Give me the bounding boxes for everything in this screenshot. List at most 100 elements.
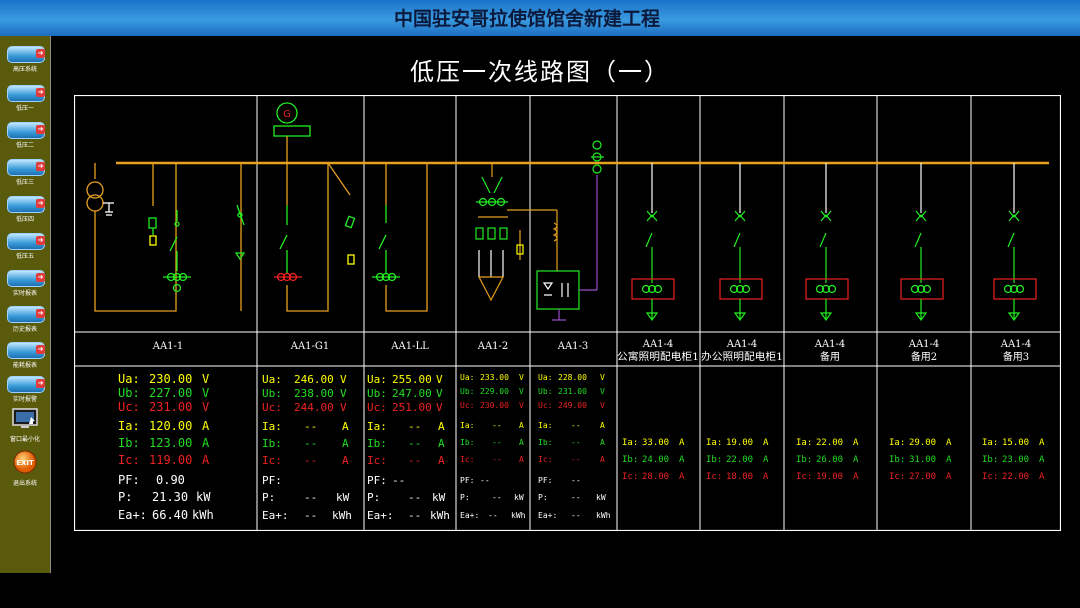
svg-text:G: G xyxy=(283,109,291,120)
nav-label: 低压五 xyxy=(15,253,34,260)
svg-text:--: -- xyxy=(304,509,317,522)
nav-label: 低压二 xyxy=(15,142,34,149)
nav-low-voltage-2[interactable]: ➜ 低压二 xyxy=(3,120,47,154)
nav-realtime-alarm[interactable]: ➜ 实时报警 xyxy=(3,374,47,408)
svg-text:A: A xyxy=(342,454,349,467)
svg-text:Ub:: Ub: xyxy=(538,387,552,396)
svg-text:Ib:: Ib: xyxy=(796,455,812,465)
svg-text:Ic:: Ic: xyxy=(538,455,552,464)
nav-low-voltage-5[interactable]: ➜ 低压五 xyxy=(3,231,47,265)
nav-button-icon: ➜ xyxy=(7,46,45,63)
nav-realtime-report[interactable]: ➜ 实时报表 xyxy=(3,268,47,302)
svg-text:--: -- xyxy=(571,476,581,485)
svg-text:kWh: kWh xyxy=(511,511,526,520)
svg-text:--: -- xyxy=(304,437,317,450)
svg-text:Ib:: Ib: xyxy=(706,455,722,465)
svg-text:PF:: PF: xyxy=(118,473,140,487)
svg-text:V: V xyxy=(519,387,524,396)
feeder-subtitle: 备用3 xyxy=(1003,350,1029,363)
svg-text:Ic:: Ic: xyxy=(706,472,722,482)
svg-text:--: -- xyxy=(480,476,490,485)
svg-text:kWh: kWh xyxy=(430,509,450,522)
svg-text:--: -- xyxy=(392,474,405,487)
svg-text:--: -- xyxy=(571,511,581,520)
svg-text:227.00: 227.00 xyxy=(149,386,192,400)
svg-text:V: V xyxy=(202,386,209,400)
nav-button-icon: ➜ xyxy=(7,306,45,323)
nav-low-voltage-1[interactable]: ➜ 低压一 xyxy=(3,83,47,117)
svg-text:V: V xyxy=(600,387,605,396)
app-title: 中国驻安哥拉使馆馆舍新建工程 xyxy=(393,8,660,30)
feeder-subtitle: 备用2 xyxy=(911,350,937,363)
measurements-aa1-3: Ua: 228.00 V Ub: 231.00 V Uc: 249.00 V Ia: -- A … xyxy=(538,373,611,520)
exit-system-button[interactable]: EXIT 退出系统 xyxy=(3,450,47,490)
svg-text:EXIT: EXIT xyxy=(16,459,34,467)
nav-label: 退出系统 xyxy=(12,480,37,487)
arrow-right-icon: ➜ xyxy=(36,199,45,208)
svg-text:--: -- xyxy=(408,509,421,522)
panel-name: AA1-G1 xyxy=(290,341,330,352)
svg-text:22.00: 22.00 xyxy=(816,438,843,448)
svg-text:V: V xyxy=(340,373,347,386)
svg-text:V: V xyxy=(600,373,605,382)
svg-text:Ua:: Ua: xyxy=(262,373,282,386)
svg-text:--: -- xyxy=(488,511,498,520)
svg-text:V: V xyxy=(436,401,443,414)
page-title: 低压一次线路图（一） xyxy=(410,58,670,86)
nav-low-voltage-3[interactable]: ➜ 低压三 xyxy=(3,157,47,191)
svg-text:Uc:: Uc: xyxy=(367,401,387,414)
svg-text:V: V xyxy=(600,401,605,410)
feeder-branch-icon xyxy=(900,163,944,322)
nav-label: 低压一 xyxy=(15,105,34,112)
svg-text:251.00: 251.00 xyxy=(392,401,432,414)
svg-text:Ea+:: Ea+: xyxy=(538,511,557,520)
nav-button-icon: ➜ xyxy=(7,196,45,213)
minimize-window-button[interactable]: 窗口最小化 xyxy=(3,408,47,444)
svg-text:33.00: 33.00 xyxy=(642,438,669,448)
svg-text:V: V xyxy=(340,401,347,414)
svg-text:Ic:: Ic: xyxy=(367,454,387,467)
svg-text:233.00: 233.00 xyxy=(480,373,509,382)
svg-text:P:: P: xyxy=(538,493,548,502)
svg-text:Ic:: Ic: xyxy=(796,472,812,482)
svg-text:Ia:: Ia: xyxy=(622,438,638,448)
nav-low-voltage-4[interactable]: ➜ 低压四 xyxy=(3,194,47,228)
svg-text:Ub:: Ub: xyxy=(367,387,387,400)
feeder-branch-icon xyxy=(805,163,849,322)
svg-text:26.00: 26.00 xyxy=(816,455,843,465)
svg-text:PF:: PF: xyxy=(538,476,552,485)
svg-text:A: A xyxy=(679,438,685,448)
svg-text:18.00: 18.00 xyxy=(726,472,753,482)
nav-label: 历史报表 xyxy=(12,326,37,333)
sidebar: ➜ 高压系统 ➜ 低压一 ➜ 低压二 ➜ 低压三 ➜ 低压四 ➜ 低压五 ➜ 实… xyxy=(0,36,51,573)
svg-text:kW: kW xyxy=(514,493,524,502)
svg-text:Ib:: Ib: xyxy=(262,437,282,450)
feeder-name: AA1-4 xyxy=(908,339,940,350)
nav-history-report[interactable]: ➜ 历史报表 xyxy=(3,304,47,338)
filter-unit-icon xyxy=(507,140,604,321)
svg-text:A: A xyxy=(600,455,605,464)
svg-text:V: V xyxy=(519,401,524,410)
feeder-subtitle: 备用 xyxy=(820,350,840,363)
svg-text:231.00: 231.00 xyxy=(149,400,192,414)
svg-text:--: -- xyxy=(571,421,581,430)
svg-text:A: A xyxy=(342,437,349,450)
svg-text:0.90: 0.90 xyxy=(156,473,185,487)
svg-text:Ua:: Ua: xyxy=(118,372,140,386)
svg-text:A: A xyxy=(202,453,210,467)
svg-text:Ib:: Ib: xyxy=(538,438,552,447)
svg-text:A: A xyxy=(1039,472,1045,482)
nav-energy-report[interactable]: ➜ 能耗报表 xyxy=(3,340,47,374)
svg-text:228.00: 228.00 xyxy=(558,373,587,382)
svg-text:Ua:: Ua: xyxy=(538,373,552,382)
svg-text:119.00: 119.00 xyxy=(149,453,192,467)
svg-text:V: V xyxy=(436,387,443,400)
svg-text:22.00: 22.00 xyxy=(726,455,753,465)
svg-text:PF:: PF: xyxy=(262,474,282,487)
arrow-right-icon: ➜ xyxy=(36,379,45,388)
exit-icon: EXIT xyxy=(13,450,37,474)
svg-text:Ia:: Ia: xyxy=(262,420,282,433)
nav-high-voltage-system[interactable]: ➜ 高压系统 xyxy=(3,44,47,78)
measurements-aa1-ll: Ua: 255.00 V Ub: 247.00 V Uc: 251.00 V Ia: -- A … xyxy=(367,373,450,522)
svg-text:A: A xyxy=(600,438,605,447)
